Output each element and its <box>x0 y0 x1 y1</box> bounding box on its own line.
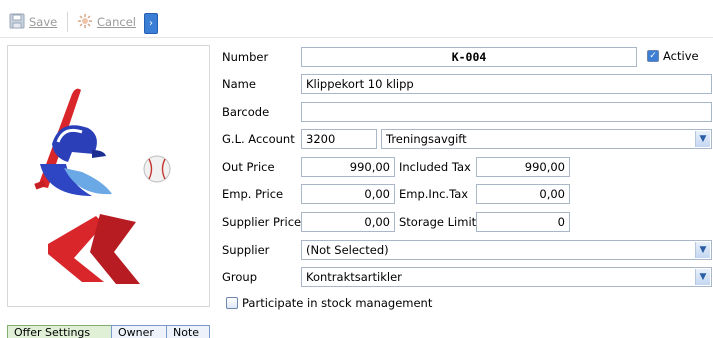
barcode-field[interactable] <box>301 102 712 122</box>
chevron-down-icon[interactable]: ▼ <box>695 131 710 147</box>
group-label: Group <box>222 270 258 284</box>
emp-price-field[interactable]: 0,00 <box>301 184 395 204</box>
group-select[interactable]: Kontraktsartikler ▼ <box>301 267 712 287</box>
out-price-label: Out Price <box>222 160 275 174</box>
save-label: Save <box>29 15 58 29</box>
checkmark-icon: ✓ <box>649 51 657 61</box>
emp-inc-tax-label: Emp.Inc.Tax <box>399 187 469 201</box>
chevron-down-icon[interactable]: ▼ <box>695 269 710 285</box>
gl-account-name: Treningsavgift <box>386 132 467 146</box>
emp-inc-tax-field[interactable]: 0,00 <box>476 184 570 204</box>
toolbar: Save Cancel › <box>0 0 713 38</box>
product-image[interactable] <box>7 45 210 307</box>
tab-offer-settings[interactable]: Offer Settings <box>7 325 115 338</box>
gl-account-code-field[interactable]: 3200 <box>301 129 377 149</box>
gl-account-select[interactable]: Treningsavgift ▼ <box>381 129 712 149</box>
active-label: Active <box>663 49 699 63</box>
included-tax-field[interactable]: 990,00 <box>476 157 570 177</box>
emp-price-label: Emp. Price <box>222 187 284 201</box>
barcode-label: Barcode <box>222 105 270 119</box>
name-label: Name <box>222 77 256 91</box>
stock-management-label: Participate in stock management <box>242 296 433 310</box>
cancel-label: Cancel <box>97 15 136 29</box>
number-field[interactable]: K-004 <box>301 47 637 67</box>
cancel-button[interactable]: Cancel <box>77 13 136 31</box>
chevron-right-icon: › <box>149 18 153 29</box>
toolbar-divider <box>0 37 713 38</box>
supplier-price-label: Supplier Price <box>222 215 302 229</box>
chevron-down-icon[interactable]: ▼ <box>695 242 710 258</box>
number-label: Number <box>222 50 269 64</box>
stock-management-checkbox[interactable] <box>226 297 238 309</box>
save-button[interactable]: Save <box>9 13 57 31</box>
expand-toolbar-button[interactable]: › <box>144 13 158 34</box>
gl-account-label: G.L. Account <box>222 132 295 146</box>
tab-note[interactable]: Note <box>166 325 210 338</box>
supplier-select[interactable]: (Not Selected) ▼ <box>301 240 712 260</box>
cancel-icon <box>77 13 93 32</box>
storage-limit-field[interactable]: 0 <box>476 212 570 232</box>
supplier-price-field[interactable]: 0,00 <box>301 212 395 232</box>
name-field[interactable]: Klippekort 10 klipp <box>301 74 712 94</box>
active-checkbox[interactable]: ✓ <box>647 50 659 62</box>
baseball-player-logo <box>34 88 171 284</box>
supplier-value: (Not Selected) <box>306 243 389 257</box>
tab-owner[interactable]: Owner <box>111 325 168 338</box>
toolbar-separator <box>67 12 68 32</box>
out-price-field[interactable]: 990,00 <box>301 157 395 177</box>
group-value: Kontraktsartikler <box>306 270 402 284</box>
storage-limit-label: Storage Limit <box>399 215 477 229</box>
supplier-label: Supplier <box>222 243 270 257</box>
save-icon <box>9 13 25 32</box>
included-tax-label: Included Tax <box>399 160 471 174</box>
